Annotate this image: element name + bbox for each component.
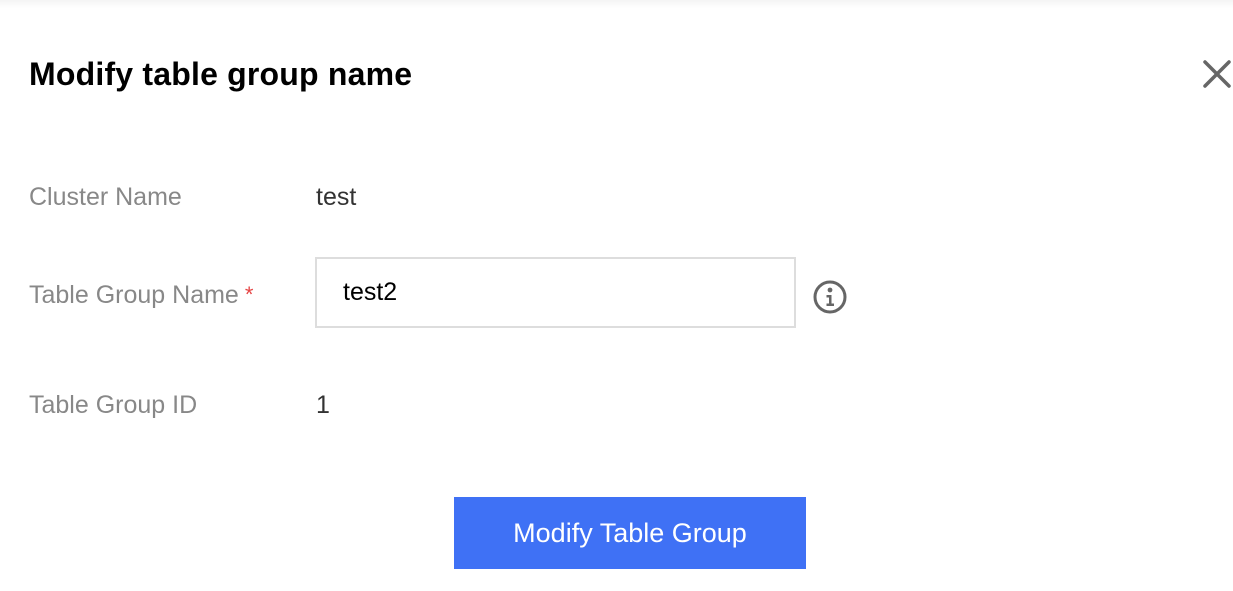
required-mark: * (244, 282, 254, 307)
table-group-id-value: 1 (316, 391, 330, 419)
info-icon[interactable] (812, 279, 848, 315)
close-button[interactable] (1196, 53, 1233, 95)
dialog-top-shadow (0, 0, 1233, 8)
dialog-title: Modify table group name (29, 56, 413, 92)
cluster-name-label: Cluster Name (29, 183, 182, 211)
close-icon (1203, 60, 1231, 88)
table-group-id-label: Table Group ID (29, 391, 198, 419)
cluster-name-value: test (316, 183, 357, 211)
table-group-name-label: Table Group Name * (29, 277, 253, 314)
modify-table-group-button[interactable]: Modify Table Group (454, 497, 806, 569)
modify-table-group-dialog: Modify table group name Cluster Name tes… (0, 0, 1233, 591)
table-group-name-label-text: Table Group Name (29, 281, 239, 309)
table-group-name-input[interactable] (315, 257, 796, 328)
